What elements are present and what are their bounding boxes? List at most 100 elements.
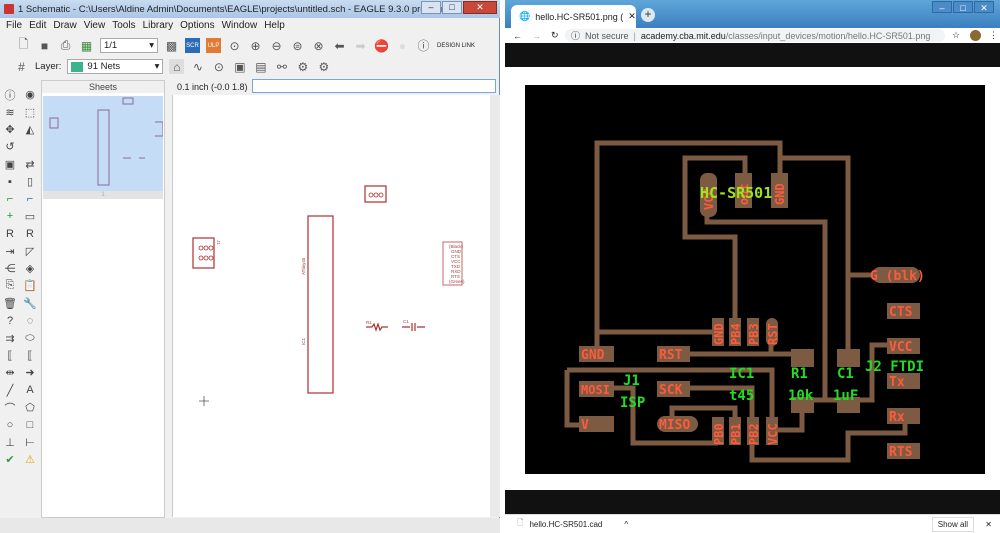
info-icon[interactable]: ⓘ <box>0 86 20 103</box>
cut-icon[interactable]: ⇹ <box>0 364 20 381</box>
undo-icon[interactable]: ⬅ <box>332 38 347 53</box>
eye-icon[interactable]: ◉ <box>20 86 40 103</box>
board-switch-icon[interactable]: ▦ <box>79 38 94 53</box>
c1-value: 1uF <box>833 388 858 404</box>
wire-style-icon[interactable]: ∿ <box>190 59 205 74</box>
menu-edit[interactable]: Edit <box>29 20 46 31</box>
ic-name-label: IC1 <box>301 338 306 346</box>
split-icon[interactable]: ◸ <box>20 243 40 260</box>
redo-icon[interactable]: ➡ <box>353 38 368 53</box>
sheet2-icon[interactable]: ▤ <box>253 59 268 74</box>
close-button[interactable]: ✕ <box>463 1 497 14</box>
name-icon[interactable]: R <box>0 225 20 242</box>
j2-pad-label: RTS <box>889 445 913 460</box>
paste-icon[interactable]: 📋 <box>20 277 40 294</box>
sheet-select-value: 1/1 <box>104 40 118 51</box>
maximize-button[interactable]: □ <box>442 1 462 14</box>
gear-icon[interactable]: ⚙ <box>295 59 310 74</box>
tag-icon[interactable]: ⌂ <box>169 59 185 74</box>
zoom-out-icon[interactable]: ⊖ <box>269 38 284 53</box>
zoom-select-icon[interactable]: ⊗ <box>311 38 326 53</box>
file-icon: 🗋 <box>517 518 524 527</box>
delete-icon[interactable]: 🗑 <box>0 295 20 312</box>
print-icon[interactable]: ⎙ <box>58 38 73 53</box>
change-icon[interactable]: 🔧 <box>20 295 40 312</box>
net-icon[interactable]: ⌐ <box>0 190 20 207</box>
sheet-select[interactable]: 1/1 ▾ <box>100 38 158 53</box>
miter-icon[interactable]: ⋲ <box>0 260 20 277</box>
bus-icon[interactable]: ⌐ <box>20 190 40 207</box>
pinswap-icon[interactable]: ⇄ <box>20 156 40 173</box>
sheet-icon[interactable]: ▣ <box>232 59 247 74</box>
ulp-button[interactable]: ULP <box>206 38 221 53</box>
download-filename[interactable]: hello.HC-SR501.cad <box>529 520 602 529</box>
menu-view[interactable]: View <box>84 20 106 31</box>
circle-icon[interactable]: ○ <box>0 416 20 433</box>
attach-icon[interactable]: ⚯ <box>274 59 289 74</box>
select-icon[interactable]: ⬚ <box>20 103 40 120</box>
replace-icon[interactable]: ▪ <box>0 173 20 190</box>
show-all-button[interactable]: Show all <box>931 516 974 532</box>
chevron-up-icon[interactable]: ^ <box>624 520 628 529</box>
go-icon[interactable]: ● <box>395 38 410 53</box>
close-download-bar-icon[interactable]: ✕ <box>985 520 992 529</box>
group-icon[interactable]: ⬭ <box>20 329 40 346</box>
erc-icon[interactable]: ✔ <box>0 451 20 468</box>
junction-icon[interactable]: + <box>0 208 20 225</box>
stop-icon[interactable]: ⛔ <box>374 38 389 53</box>
menu-file[interactable]: File <box>6 20 22 31</box>
warning-icon[interactable]: ⚠ <box>20 451 40 468</box>
help-icon[interactable]: ⓘ <box>416 38 431 53</box>
menu-library[interactable]: Library <box>143 20 174 31</box>
new-file-icon[interactable]: 🗋 <box>16 37 31 53</box>
menu-tools[interactable]: Tools <box>112 20 135 31</box>
cam-icon[interactable]: ▩ <box>164 38 179 53</box>
port-icon[interactable]: ⇥ <box>0 243 20 260</box>
copy-icon[interactable]: ⎘ <box>0 277 20 294</box>
dimension-icon[interactable]: ⊥ <box>0 434 20 451</box>
polygon-icon[interactable]: ⬠ <box>20 399 40 416</box>
arc-icon[interactable]: ⌒ <box>0 399 20 416</box>
gateswap-icon[interactable]: ▯ <box>20 173 40 190</box>
script-button[interactable]: SCR <box>185 38 200 53</box>
arrow-icon[interactable]: ➜ <box>20 364 40 381</box>
connect-icon[interactable]: ⟦ <box>0 347 20 364</box>
label-icon[interactable]: ▭ <box>20 208 40 225</box>
grid-icon[interactable]: # <box>14 59 29 74</box>
rotate-icon[interactable]: ↺ <box>0 138 20 155</box>
attribute-icon[interactable]: ◈ <box>20 260 40 277</box>
connect2-icon[interactable]: ⟦ <box>20 347 40 364</box>
gear2-icon[interactable]: ⚙ <box>316 59 331 74</box>
mirror-icon[interactable]: ◭ <box>20 121 40 138</box>
save-icon[interactable]: ■ <box>37 38 52 53</box>
zoom-in-icon[interactable]: ⊕ <box>248 38 263 53</box>
add-part-icon[interactable]: ▣ <box>0 156 20 173</box>
zoom-redraw-icon[interactable]: ⊜ <box>290 38 305 53</box>
vertical-scrollbar[interactable] <box>490 95 500 517</box>
zoom-fit-icon[interactable]: ⊙ <box>227 38 242 53</box>
line-icon[interactable]: ╱ <box>0 382 20 399</box>
layers-icon[interactable]: ≋ <box>0 103 20 120</box>
invoke-icon[interactable]: ⇉ <box>0 329 20 346</box>
ic-pin-label: PB0 <box>712 423 726 445</box>
optimize-icon[interactable]: ? <box>0 312 20 329</box>
minimize-button[interactable]: – <box>421 1 441 14</box>
menu-help[interactable]: Help <box>264 20 285 31</box>
measure-icon[interactable]: ⊢ <box>20 434 40 451</box>
j1-label: J1 <box>216 240 221 245</box>
move-icon[interactable]: ✥ <box>0 121 20 138</box>
show-icon[interactable]: ⊙ <box>211 59 226 74</box>
sheet-thumbnail[interactable] <box>43 96 164 191</box>
menu-options[interactable]: Options <box>180 20 214 31</box>
r1-label: R1 <box>366 320 372 325</box>
rectangle-icon[interactable]: □ <box>20 416 40 433</box>
schematic-canvas[interactable]: (Black) GND CTS VCC TXD RXD RTS (Green) … <box>172 95 490 517</box>
value-icon[interactable]: R <box>20 225 40 242</box>
smash-icon[interactable]: ◌ <box>20 312 40 329</box>
design-link-button[interactable]: DESIGN LINK <box>437 43 475 49</box>
menu-draw[interactable]: Draw <box>53 20 76 31</box>
text-icon[interactable]: A <box>20 382 40 399</box>
menu-window[interactable]: Window <box>222 20 258 31</box>
layer-select[interactable]: 91 Nets ▾ <box>67 59 164 74</box>
command-input[interactable] <box>252 79 496 93</box>
